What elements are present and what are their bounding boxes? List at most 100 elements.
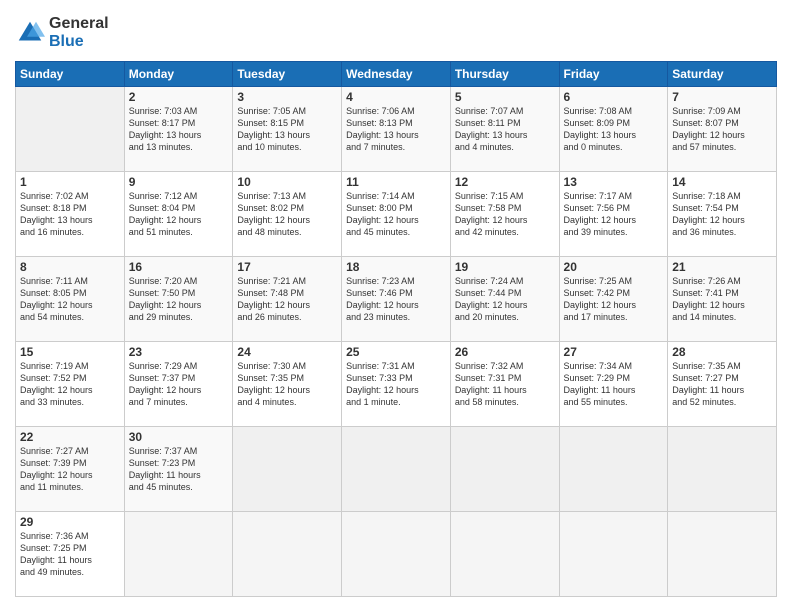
calendar-row: 1Sunrise: 7:02 AMSunset: 8:18 PMDaylight… — [16, 172, 777, 257]
calendar-cell: 14Sunrise: 7:18 AMSunset: 7:54 PMDayligh… — [668, 172, 777, 257]
calendar-cell — [450, 427, 559, 512]
day-info: Sunrise: 7:12 AMSunset: 8:04 PMDaylight:… — [129, 190, 229, 239]
calendar-cell: 1Sunrise: 7:02 AMSunset: 8:18 PMDaylight… — [16, 172, 125, 257]
calendar-cell: 17Sunrise: 7:21 AMSunset: 7:48 PMDayligh… — [233, 257, 342, 342]
day-info: Sunrise: 7:37 AMSunset: 7:23 PMDaylight:… — [129, 445, 229, 494]
calendar-cell: 13Sunrise: 7:17 AMSunset: 7:56 PMDayligh… — [559, 172, 668, 257]
day-info: Sunrise: 7:07 AMSunset: 8:11 PMDaylight:… — [455, 105, 555, 154]
calendar-cell — [342, 512, 451, 597]
day-info: Sunrise: 7:06 AMSunset: 8:13 PMDaylight:… — [346, 105, 446, 154]
day-number: 30 — [129, 430, 229, 444]
day-number: 19 — [455, 260, 555, 274]
day-info: Sunrise: 7:17 AMSunset: 7:56 PMDaylight:… — [564, 190, 664, 239]
day-number: 2 — [129, 90, 229, 104]
day-number: 21 — [672, 260, 772, 274]
day-number: 23 — [129, 345, 229, 359]
day-number: 11 — [346, 175, 446, 189]
day-number: 9 — [129, 175, 229, 189]
calendar-cell: 2Sunrise: 7:03 AMSunset: 8:17 PMDaylight… — [124, 87, 233, 172]
calendar-cell — [559, 427, 668, 512]
day-number: 27 — [564, 345, 664, 359]
calendar-cell — [16, 87, 125, 172]
day-number: 16 — [129, 260, 229, 274]
calendar-cell: 24Sunrise: 7:30 AMSunset: 7:35 PMDayligh… — [233, 342, 342, 427]
day-info: Sunrise: 7:09 AMSunset: 8:07 PMDaylight:… — [672, 105, 772, 154]
calendar-row: 22Sunrise: 7:27 AMSunset: 7:39 PMDayligh… — [16, 427, 777, 512]
calendar-cell: 4Sunrise: 7:06 AMSunset: 8:13 PMDaylight… — [342, 87, 451, 172]
day-number: 4 — [346, 90, 446, 104]
calendar-row: 29Sunrise: 7:36 AMSunset: 7:25 PMDayligh… — [16, 512, 777, 597]
calendar-row: 8Sunrise: 7:11 AMSunset: 8:05 PMDaylight… — [16, 257, 777, 342]
day-info: Sunrise: 7:18 AMSunset: 7:54 PMDaylight:… — [672, 190, 772, 239]
day-info: Sunrise: 7:25 AMSunset: 7:42 PMDaylight:… — [564, 275, 664, 324]
day-number: 13 — [564, 175, 664, 189]
day-info: Sunrise: 7:27 AMSunset: 7:39 PMDaylight:… — [20, 445, 120, 494]
day-info: Sunrise: 7:14 AMSunset: 8:00 PMDaylight:… — [346, 190, 446, 239]
day-info: Sunrise: 7:08 AMSunset: 8:09 PMDaylight:… — [564, 105, 664, 154]
day-number: 1 — [20, 175, 120, 189]
day-info: Sunrise: 7:32 AMSunset: 7:31 PMDaylight:… — [455, 360, 555, 409]
day-number: 3 — [237, 90, 337, 104]
col-friday: Friday — [559, 62, 668, 87]
calendar-cell: 25Sunrise: 7:31 AMSunset: 7:33 PMDayligh… — [342, 342, 451, 427]
calendar-cell: 29Sunrise: 7:36 AMSunset: 7:25 PMDayligh… — [16, 512, 125, 597]
calendar-cell — [450, 512, 559, 597]
day-info: Sunrise: 7:24 AMSunset: 7:44 PMDaylight:… — [455, 275, 555, 324]
calendar-cell: 19Sunrise: 7:24 AMSunset: 7:44 PMDayligh… — [450, 257, 559, 342]
day-info: Sunrise: 7:11 AMSunset: 8:05 PMDaylight:… — [20, 275, 120, 324]
day-info: Sunrise: 7:35 AMSunset: 7:27 PMDaylight:… — [672, 360, 772, 409]
calendar-cell — [342, 427, 451, 512]
day-number: 15 — [20, 345, 120, 359]
calendar-cell: 11Sunrise: 7:14 AMSunset: 8:00 PMDayligh… — [342, 172, 451, 257]
calendar-cell — [559, 512, 668, 597]
col-thursday: Thursday — [450, 62, 559, 87]
calendar-cell: 8Sunrise: 7:11 AMSunset: 8:05 PMDaylight… — [16, 257, 125, 342]
day-number: 12 — [455, 175, 555, 189]
calendar-cell: 7Sunrise: 7:09 AMSunset: 8:07 PMDaylight… — [668, 87, 777, 172]
day-info: Sunrise: 7:34 AMSunset: 7:29 PMDaylight:… — [564, 360, 664, 409]
calendar-cell: 22Sunrise: 7:27 AMSunset: 7:39 PMDayligh… — [16, 427, 125, 512]
calendar-cell: 6Sunrise: 7:08 AMSunset: 8:09 PMDaylight… — [559, 87, 668, 172]
day-number: 22 — [20, 430, 120, 444]
day-info: Sunrise: 7:21 AMSunset: 7:48 PMDaylight:… — [237, 275, 337, 324]
calendar-cell: 16Sunrise: 7:20 AMSunset: 7:50 PMDayligh… — [124, 257, 233, 342]
col-tuesday: Tuesday — [233, 62, 342, 87]
calendar-cell: 23Sunrise: 7:29 AMSunset: 7:37 PMDayligh… — [124, 342, 233, 427]
calendar-cell — [233, 512, 342, 597]
day-number: 25 — [346, 345, 446, 359]
logo: General Blue — [15, 15, 109, 51]
calendar-cell: 15Sunrise: 7:19 AMSunset: 7:52 PMDayligh… — [16, 342, 125, 427]
calendar-header-row: Sunday Monday Tuesday Wednesday Thursday… — [16, 62, 777, 87]
calendar-cell: 26Sunrise: 7:32 AMSunset: 7:31 PMDayligh… — [450, 342, 559, 427]
day-info: Sunrise: 7:13 AMSunset: 8:02 PMDaylight:… — [237, 190, 337, 239]
calendar-cell: 3Sunrise: 7:05 AMSunset: 8:15 PMDaylight… — [233, 87, 342, 172]
calendar-cell: 5Sunrise: 7:07 AMSunset: 8:11 PMDaylight… — [450, 87, 559, 172]
day-info: Sunrise: 7:30 AMSunset: 7:35 PMDaylight:… — [237, 360, 337, 409]
col-monday: Monday — [124, 62, 233, 87]
header: General Blue — [15, 15, 777, 51]
col-sunday: Sunday — [16, 62, 125, 87]
calendar-cell: 28Sunrise: 7:35 AMSunset: 7:27 PMDayligh… — [668, 342, 777, 427]
calendar-cell — [668, 427, 777, 512]
calendar-cell — [233, 427, 342, 512]
calendar-cell: 20Sunrise: 7:25 AMSunset: 7:42 PMDayligh… — [559, 257, 668, 342]
logo-icon — [15, 18, 45, 48]
calendar-cell: 12Sunrise: 7:15 AMSunset: 7:58 PMDayligh… — [450, 172, 559, 257]
day-info: Sunrise: 7:05 AMSunset: 8:15 PMDaylight:… — [237, 105, 337, 154]
calendar-cell: 27Sunrise: 7:34 AMSunset: 7:29 PMDayligh… — [559, 342, 668, 427]
day-number: 26 — [455, 345, 555, 359]
day-number: 10 — [237, 175, 337, 189]
day-number: 28 — [672, 345, 772, 359]
day-info: Sunrise: 7:36 AMSunset: 7:25 PMDaylight:… — [20, 530, 120, 579]
day-info: Sunrise: 7:19 AMSunset: 7:52 PMDaylight:… — [20, 360, 120, 409]
calendar-table: Sunday Monday Tuesday Wednesday Thursday… — [15, 61, 777, 597]
day-info: Sunrise: 7:26 AMSunset: 7:41 PMDaylight:… — [672, 275, 772, 324]
day-number: 7 — [672, 90, 772, 104]
calendar-row: 15Sunrise: 7:19 AMSunset: 7:52 PMDayligh… — [16, 342, 777, 427]
calendar-row: 2Sunrise: 7:03 AMSunset: 8:17 PMDaylight… — [16, 87, 777, 172]
day-info: Sunrise: 7:29 AMSunset: 7:37 PMDaylight:… — [129, 360, 229, 409]
day-number: 5 — [455, 90, 555, 104]
day-number: 20 — [564, 260, 664, 274]
day-info: Sunrise: 7:23 AMSunset: 7:46 PMDaylight:… — [346, 275, 446, 324]
day-info: Sunrise: 7:15 AMSunset: 7:58 PMDaylight:… — [455, 190, 555, 239]
